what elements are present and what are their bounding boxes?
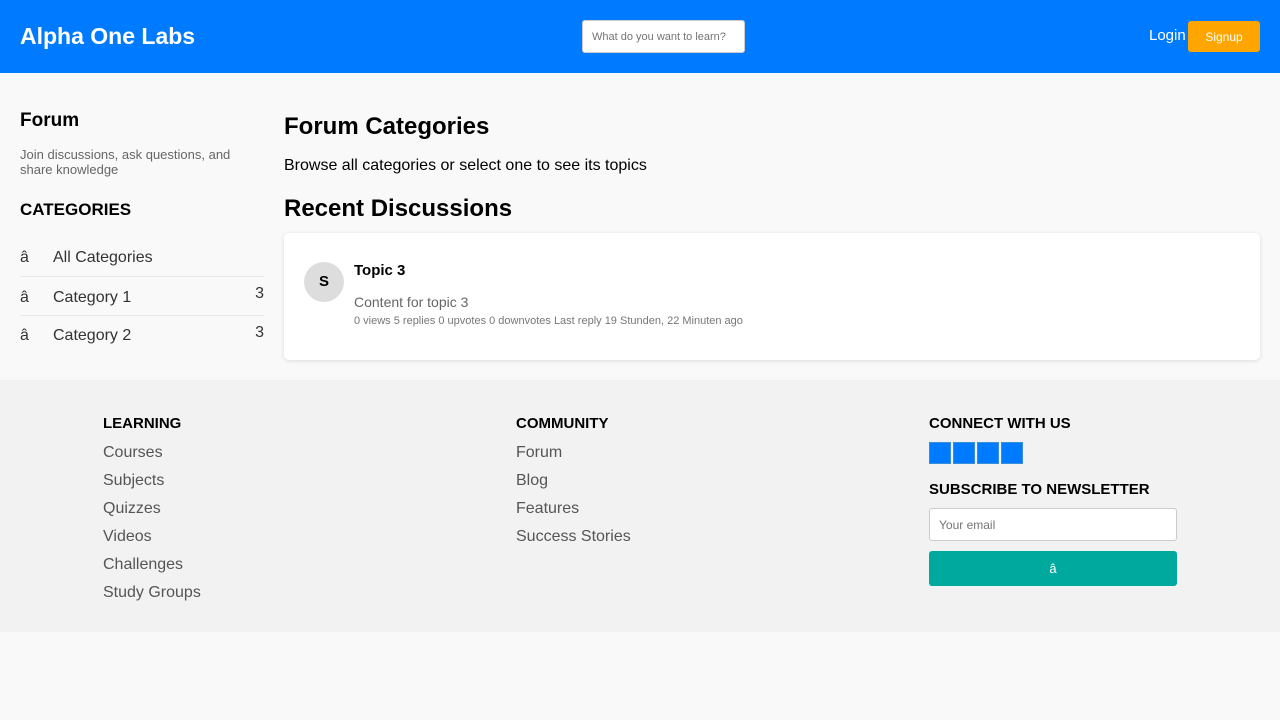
footer-connect-heading: CONNECT WITH US (929, 415, 1071, 432)
footer-link-videos[interactable]: Videos (103, 523, 201, 551)
topic-title[interactable]: Topic 3 (354, 262, 405, 280)
brand-logo[interactable]: Alpha One Labs (20, 23, 195, 49)
social-icon-1[interactable] (929, 442, 951, 464)
category-label: All Categories (53, 249, 153, 266)
newsletter-heading: SUBSCRIBE TO NEWSLETTER (929, 481, 1150, 498)
category-icon: â (20, 327, 29, 344)
category-label: Category 1 (53, 289, 132, 306)
topic-meta: 0 views 5 replies 0 upvotes 0 downvotes … (354, 315, 743, 327)
topic-card[interactable]: S Topic 3 Content for topic 3 0 views 5 … (284, 233, 1260, 360)
sidebar-description: Join discussions, ask questions, and sha… (20, 147, 231, 177)
footer-link-forum[interactable]: Forum (516, 439, 631, 467)
footer-link-challenges[interactable]: Challenges (103, 551, 201, 579)
footer-link-subjects[interactable]: Subjects (103, 467, 201, 495)
newsletter-email-input[interactable] (929, 508, 1177, 541)
footer-community-column: COMMUNITY Forum Blog Features Success St… (516, 415, 631, 551)
category-item-1[interactable]: â Category 1 3 (20, 276, 264, 315)
footer-community-heading: COMMUNITY (516, 415, 609, 432)
footer-link-features[interactable]: Features (516, 495, 631, 523)
top-navbar: Alpha One Labs Login Signup (0, 0, 1280, 73)
social-icon-2[interactable] (953, 442, 975, 464)
subscribe-button[interactable]: â (929, 551, 1177, 586)
footer-link-blog[interactable]: Blog (516, 467, 631, 495)
categories-heading: CATEGORIES (20, 200, 132, 219)
category-item-2[interactable]: â Category 2 3 (20, 315, 264, 354)
footer-link-study-groups[interactable]: Study Groups (103, 579, 201, 607)
site-footer: LEARNING Courses Subjects Quizzes Videos… (0, 380, 1280, 632)
footer-link-quizzes[interactable]: Quizzes (103, 495, 201, 523)
footer-link-courses[interactable]: Courses (103, 439, 201, 467)
social-icon-4[interactable] (1001, 442, 1023, 464)
category-icon: â (20, 289, 29, 306)
category-icon: â (20, 249, 29, 266)
category-item-all[interactable]: â All Categories (20, 238, 264, 277)
category-count: 3 (255, 324, 264, 341)
topic-content: Content for topic 3 (354, 294, 469, 310)
sidebar-title: Forum (20, 110, 80, 131)
avatar: S (304, 262, 344, 302)
login-link[interactable]: Login (1149, 27, 1186, 45)
social-icon-3[interactable] (977, 442, 999, 464)
category-label: Category 2 (53, 327, 132, 344)
search-input[interactable] (582, 20, 745, 53)
signup-button[interactable]: Signup (1188, 21, 1260, 52)
recent-discussions-heading: Recent Discussions (284, 195, 513, 222)
page-subtitle: Browse all categories or select one to s… (284, 157, 647, 174)
footer-link-success-stories[interactable]: Success Stories (516, 523, 631, 551)
footer-learning-column: LEARNING Courses Subjects Quizzes Videos… (103, 415, 201, 607)
footer-learning-heading: LEARNING (103, 415, 182, 432)
social-links (929, 442, 1177, 464)
footer-connect-column: CONNECT WITH US SUBSCRIBE TO NEWSLETTER … (929, 415, 1177, 586)
page-title: Forum Categories (284, 113, 490, 140)
category-count: 3 (255, 285, 264, 302)
